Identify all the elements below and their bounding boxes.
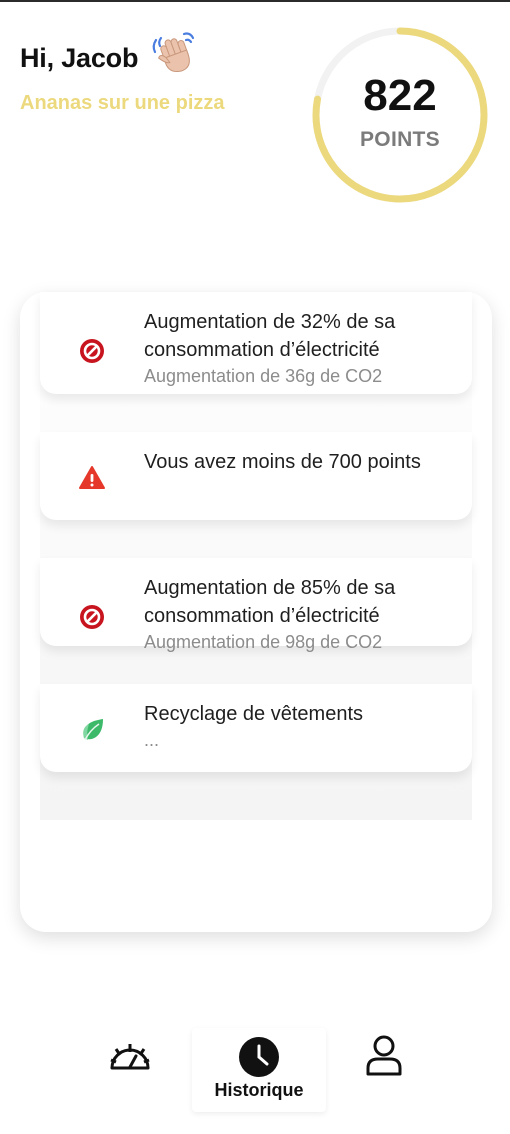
greeting-text: Hi, Jacob	[20, 42, 139, 73]
greeting-section: Hi, Jacob Ananas sur une pizza	[20, 32, 225, 115]
history-item[interactable]: Augmentation de 85% de sa consommation d…	[40, 558, 472, 652]
top-border	[0, 0, 510, 2]
greeting-subtitle: Ananas sur une pizza	[20, 92, 225, 114]
history-item[interactable]: Recyclage de vêtements ...	[40, 684, 472, 772]
prohibited-icon	[80, 339, 104, 363]
bottom-nav: Historique	[0, 1028, 510, 1112]
warning-icon	[79, 466, 105, 489]
history-item-subtitle: ...	[144, 730, 160, 750]
history-card: Augmentation de 32% de sa consommation d…	[20, 292, 492, 932]
points-ring: 822 POINTS	[310, 25, 490, 205]
points-label: POINTS	[360, 128, 440, 151]
history-list: Augmentation de 32% de sa consommation d…	[40, 292, 472, 820]
history-item-title: Vous avez moins de 700 points	[144, 451, 421, 473]
history-item-title: Augmentation de 32% de sa consommation d…	[144, 311, 396, 361]
history-item[interactable]: Vous avez moins de 700 points	[40, 432, 472, 520]
history-item-title: Augmentation de 85% de sa consommation d…	[144, 577, 396, 627]
dashboard-gauge-icon	[110, 1044, 150, 1070]
history-item-subtitle: Augmentation de 36g de CO2	[144, 366, 383, 386]
clock-icon	[239, 1037, 279, 1077]
waving-hand-icon	[152, 32, 195, 73]
user-icon	[366, 1035, 402, 1076]
nav-dashboard[interactable]	[96, 1028, 164, 1112]
points-value: 822	[363, 71, 437, 120]
prohibited-icon	[80, 605, 104, 629]
nav-profile[interactable]	[352, 1028, 416, 1112]
nav-historique-label: Historique	[214, 1080, 304, 1100]
history-item-title: Recyclage de vêtements	[144, 703, 364, 725]
leaf-icon	[83, 719, 103, 741]
history-item-subtitle: Augmentation de 98g de CO2	[144, 632, 383, 652]
nav-historique[interactable]: Historique	[192, 1028, 326, 1112]
history-item[interactable]: Augmentation de 32% de sa consommation d…	[40, 292, 472, 394]
